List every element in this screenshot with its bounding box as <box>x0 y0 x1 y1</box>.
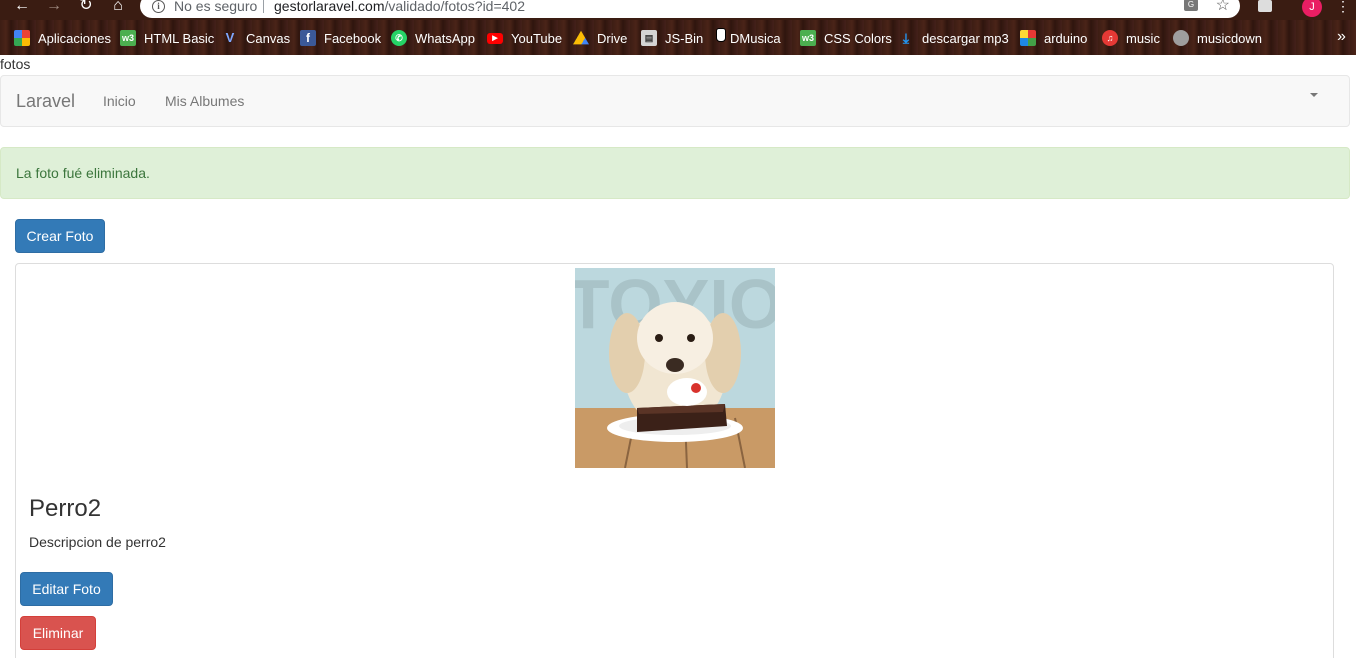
url-text[interactable]: gestorlaravel.com/validado/fotos?id=402 <box>274 0 525 14</box>
apps-grid-icon <box>14 30 30 46</box>
bookmark-music[interactable]: ♫ music <box>1102 29 1160 47</box>
navbar-brand[interactable]: Laravel <box>16 91 75 112</box>
mouse-cursor-icon <box>716 28 726 42</box>
bookmark-label: Aplicaciones <box>38 30 111 46</box>
bookmark-label: Canvas <box>246 30 291 46</box>
bookmark-whatsapp[interactable]: ✆ WhatsApp <box>391 29 475 47</box>
bookmark-star-icon[interactable]: ☆ <box>1216 0 1230 15</box>
music-icon: ♫ <box>1102 30 1118 46</box>
bookmarks-bar: Aplicaciones w3 HTML Basic V Canvas f Faceb… <box>0 20 1356 55</box>
browser-toolbar: ← → ↻ ⌂ i No es seguro gestorlaravel.com… <box>0 0 1356 20</box>
nav-link-inicio[interactable]: Inicio <box>103 93 136 109</box>
back-arrow-icon[interactable]: ← <box>12 0 32 14</box>
bookmark-css-colors[interactable]: w3 CSS Colors <box>800 29 892 47</box>
home-icon[interactable]: ⌂ <box>108 0 128 14</box>
youtube-icon: ▶ <box>487 32 503 44</box>
bookmark-label: JS-Bin <box>665 30 704 46</box>
bookmark-html-basic[interactable]: w3 HTML Basic <box>120 29 214 47</box>
bookmark-facebook[interactable]: f Facebook <box>300 29 381 47</box>
bookmark-label: descargar mp3 <box>922 30 1009 46</box>
musicdown-icon <box>1173 30 1189 46</box>
forward-arrow-icon[interactable]: → <box>44 0 64 14</box>
bookmark-label: music <box>1126 30 1160 46</box>
bookmark-descargar-mp3[interactable]: ⤓ descargar mp3 <box>898 29 1009 47</box>
address-bar[interactable]: i No es seguro gestorlaravel.com/validad… <box>140 0 1240 18</box>
bookmark-dmusica[interactable]: DMusica <box>730 29 781 47</box>
page-label: fotos <box>0 56 31 72</box>
photo-description: Descripcion de perro2 <box>29 534 166 550</box>
security-status: No es seguro <box>174 0 258 14</box>
bookmark-label: musicdown <box>1197 30 1263 46</box>
reload-icon[interactable]: ↻ <box>76 0 96 14</box>
nav-link-mis-albumes[interactable]: Mis Albumes <box>165 93 244 109</box>
arduino-icon <box>1020 30 1036 46</box>
translate-icon[interactable]: G <box>1184 0 1198 11</box>
bookmark-label: arduino <box>1044 30 1088 46</box>
bookmark-aplicaciones[interactable]: Aplicaciones <box>14 29 111 47</box>
bookmark-musicdown[interactable]: musicdown <box>1173 29 1262 47</box>
bookmark-label: YouTube <box>511 30 563 46</box>
w3-icon: w3 <box>800 30 816 46</box>
bookmark-canvas[interactable]: V Canvas <box>222 29 290 47</box>
bookmarks-overflow-icon[interactable]: » <box>1337 28 1346 46</box>
url-host: gestorlaravel.com <box>274 0 385 14</box>
bookmark-label: Drive <box>597 30 628 46</box>
bookmark-label: WhatsApp <box>415 30 475 46</box>
avatar[interactable]: J <box>1302 0 1322 17</box>
bookmark-youtube[interactable]: ▶ YouTube <box>487 29 562 47</box>
bookmark-label: CSS Colors <box>824 30 892 46</box>
photo-image: TOYIO <box>575 268 775 468</box>
whatsapp-icon: ✆ <box>391 30 407 46</box>
delete-photo-button[interactable]: Eliminar <box>20 616 96 650</box>
create-photo-button[interactable]: Crear Foto <box>15 219 105 253</box>
facebook-icon: f <box>300 30 316 46</box>
bookmark-label: DMusica <box>730 30 781 46</box>
bookmark-jsbin[interactable]: ▤ JS-Bin <box>641 29 703 47</box>
jsbin-icon: ▤ <box>641 30 657 46</box>
edit-photo-button[interactable]: Editar Foto <box>20 572 113 606</box>
dropdown-caret-icon[interactable] <box>1310 93 1318 97</box>
info-icon[interactable]: i <box>152 0 165 13</box>
omnibox-separator <box>263 0 264 13</box>
url-path: /validado/fotos?id=402 <box>384 0 526 14</box>
download-icon: ⤓ <box>902 30 910 46</box>
extension-icon[interactable] <box>1258 0 1272 12</box>
canvas-icon: V <box>225 30 235 45</box>
w3-icon: w3 <box>120 30 136 46</box>
alert-message: La foto fué eliminada. <box>16 165 150 181</box>
navbar: Laravel Inicio Mis Albumes <box>0 75 1350 127</box>
photo-title: Perro2 <box>29 495 102 522</box>
bookmark-arduino[interactable]: arduino <box>1020 29 1087 47</box>
bookmark-label: HTML Basic <box>144 30 215 46</box>
bookmark-drive[interactable]: Drive <box>573 29 627 47</box>
menu-kebab-icon[interactable]: ⋮ <box>1336 0 1350 13</box>
success-alert: La foto fué eliminada. <box>0 147 1350 199</box>
drive-icon <box>573 30 589 45</box>
bookmark-label: Facebook <box>324 30 382 46</box>
